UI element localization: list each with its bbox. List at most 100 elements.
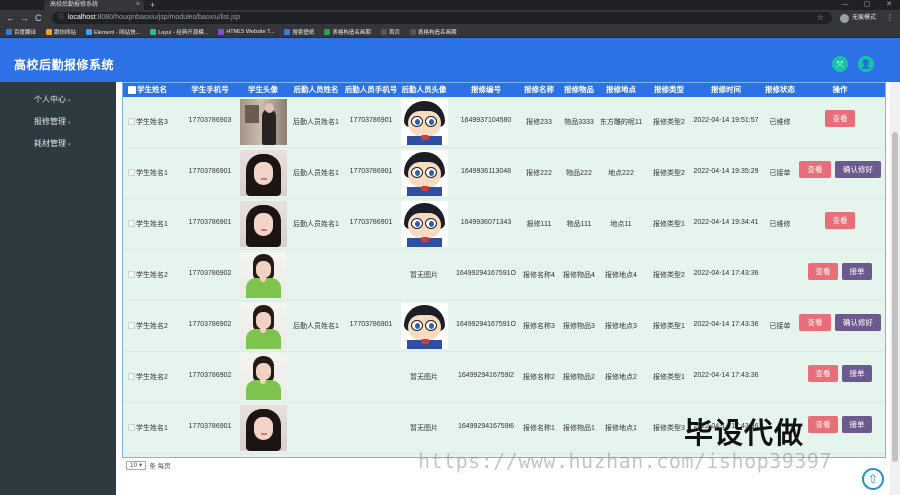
bookmark-item[interactable]: Element - 网站快... — [86, 28, 140, 36]
repair-type-cell: 报修类型2 — [653, 119, 685, 126]
staff-name-cell: 后勤人员姓名1 — [293, 170, 339, 177]
browser-tab[interactable]: 高校后勤报修系统 × — [44, 0, 144, 10]
view-button[interactable]: 查看 — [808, 365, 838, 382]
staff-phone-cell: 17703786901 — [349, 168, 393, 175]
student-name-cell: 学生姓名2 — [136, 272, 168, 279]
column-header: 学生姓名 — [137, 85, 167, 94]
new-tab-icon[interactable]: + — [150, 0, 155, 10]
url-input[interactable]: ⓘ localhost:8080/houqinbaoxiu/jsp/module… — [52, 12, 832, 24]
repair-time-cell: 2022-04-14 17:43:36 — [693, 270, 759, 277]
browser-menu-icon[interactable]: ⋮ — [886, 12, 894, 24]
back-to-top-icon[interactable]: ⇧ — [862, 468, 884, 490]
pagination: 10 ▾ 条 每页 — [126, 460, 171, 470]
window-controls: — ▢ ✕ — [834, 0, 900, 10]
view-button[interactable]: 查看 — [799, 161, 831, 178]
repair-item-cell: 报修物品3 — [563, 323, 595, 330]
bookmark-item[interactable]: 首页 — [380, 28, 400, 36]
page-size-select[interactable]: 10 ▾ — [126, 460, 147, 470]
table-row: 学生姓名3 17703786903 后勤人员姓名1 17703786901 164993… — [123, 97, 885, 148]
tab-close-icon[interactable]: × — [136, 0, 140, 10]
repair-time-cell: 2022-04-14 19:34:41 — [693, 219, 759, 226]
bookmark-item[interactable]: 搜索壁纸 — [284, 28, 314, 36]
column-header: 后勤人员姓名 — [293, 85, 339, 94]
repair-no-cell: 1649937104580 — [460, 117, 512, 124]
repair-item-cell: 物品222 — [566, 170, 592, 177]
bookmark-label: 搜索壁纸 — [292, 29, 315, 36]
bookmark-label: 首页 — [388, 29, 400, 36]
repair-time-cell: 2022-04-14 19:51:57 — [693, 117, 759, 124]
watermark-text: 毕设代做 — [684, 416, 805, 450]
repair-type-cell: 报修类型1 — [653, 374, 685, 381]
column-header: 报修名称 — [524, 85, 554, 94]
bookmark-label: Element - 网站快... — [94, 29, 141, 36]
accept-order-button[interactable]: 接单 — [842, 416, 872, 433]
bookmark-item[interactable]: 表格构造名画期 — [324, 28, 371, 36]
repair-status-cell: 已接单 — [769, 170, 791, 177]
scrollbar-thumb[interactable] — [892, 132, 898, 462]
student-phone-cell: 17703786902 — [188, 372, 232, 379]
staff-avatar-image — [401, 150, 448, 196]
bookmark-label: 表格构造名画期 — [417, 29, 457, 36]
confirm-fixed-button[interactable]: 确认修好 — [835, 161, 881, 178]
sidebar-item-personal-center[interactable]: 个人中心 ▾ — [34, 94, 71, 105]
bookmark-item[interactable]: 跟你网站 — [46, 28, 76, 36]
view-button[interactable]: 查看 — [799, 314, 831, 331]
confirm-fixed-button[interactable]: 确认修好 — [835, 314, 881, 331]
reload-icon[interactable]: C — [35, 12, 42, 24]
bookmark-item[interactable]: 表格构造名画期 — [409, 28, 457, 36]
column-header: 操作 — [832, 85, 848, 94]
repair-name-cell: 报修名称2 — [523, 374, 555, 381]
bookmark-item[interactable]: HTML5 Website T... — [218, 28, 274, 35]
repair-table: 学生姓名 学生手机号 学生头像 后勤人员姓名 后勤人员手机号 后勤人员头像 报修编号 报修名称… — [122, 82, 886, 458]
page-scrollbar[interactable] — [890, 82, 900, 495]
view-button[interactable]: 查看 — [808, 416, 838, 433]
repair-status-cell: 已维修 — [769, 119, 791, 126]
info-icon[interactable]: ⓘ — [58, 12, 64, 24]
repair-no-cell: 16499294167591O — [456, 321, 516, 328]
back-icon[interactable]: ← — [6, 12, 15, 24]
bookmark-icon — [380, 28, 387, 35]
bookmark-item[interactable]: Layui - 经典开源模... — [150, 28, 208, 36]
no-image-text: 暂无图片 — [410, 272, 438, 279]
view-button[interactable]: 查看 — [808, 263, 838, 280]
student-phone-cell: 17703786901 — [188, 219, 232, 226]
sidebar-item-repair-management[interactable]: 报修管理 ▾ — [34, 116, 71, 127]
staff-name-cell: 后勤人员姓名1 — [293, 323, 339, 330]
maximize-icon[interactable]: ▢ — [856, 0, 878, 10]
user-icon[interactable]: 👤 — [858, 56, 874, 72]
accept-order-button[interactable]: 接单 — [842, 365, 872, 382]
address-bar-row: ← → C ⓘ localhost:8080/houqinbaoxiu/jsp/… — [0, 10, 900, 26]
close-window-icon[interactable]: ✕ — [878, 0, 900, 10]
sidebar-item-supplies-management[interactable]: 耗材管理 ▾ — [34, 138, 71, 149]
browser-tab-bar: 高校后勤报修系统 × + — ▢ ✕ — [0, 0, 900, 10]
bookmark-star-icon[interactable]: ☆ — [817, 12, 824, 24]
student-avatar-image — [240, 99, 287, 145]
incognito-profile[interactable]: 无痕模式 — [840, 12, 876, 24]
bookmark-icon — [150, 28, 157, 35]
view-button[interactable]: 查看 — [825, 110, 855, 127]
no-image-text: 暂无图片 — [410, 425, 438, 432]
column-header: 后勤人员手机号 — [344, 85, 398, 94]
bookmark-item[interactable]: 百度翻译 — [6, 28, 36, 36]
repair-item-cell: 报修物品1 — [563, 425, 595, 432]
browser-tab-title: 高校后勤报修系统 — [50, 2, 99, 8]
staff-avatar-image — [401, 303, 448, 349]
staff-name-cell: 后勤人员姓名1 — [293, 221, 339, 228]
accept-order-button[interactable]: 接单 — [842, 263, 872, 280]
repair-name-cell: 报修名称3 — [523, 323, 555, 330]
minimize-icon[interactable]: — — [834, 0, 856, 10]
fullscreen-icon[interactable]: ⤧ — [832, 56, 848, 72]
view-button[interactable]: 查看 — [825, 212, 855, 229]
forward-icon[interactable]: → — [20, 12, 29, 24]
incognito-icon — [840, 13, 849, 23]
repair-name-cell: 报修名称1 — [523, 425, 555, 432]
table-row: 学生姓名2 17703786902 后勤人员姓名1 17703786901 164992… — [123, 301, 885, 352]
table-row: 学生姓名2 17703786902 1649929416759l2 报修名称2 报修物品… — [123, 352, 885, 403]
repair-no-cell: 1649936113048 — [460, 168, 512, 175]
student-avatar-image — [240, 150, 287, 196]
no-image-text: 暂无图片 — [410, 374, 438, 381]
app-header: 高校后勤报修系统 ⤧ 👤 — [0, 38, 900, 82]
bookmark-icon — [6, 28, 12, 35]
bookmark-label: Layui - 经典开源模... — [158, 29, 209, 36]
student-name-cell: 学生姓名3 — [136, 119, 168, 126]
